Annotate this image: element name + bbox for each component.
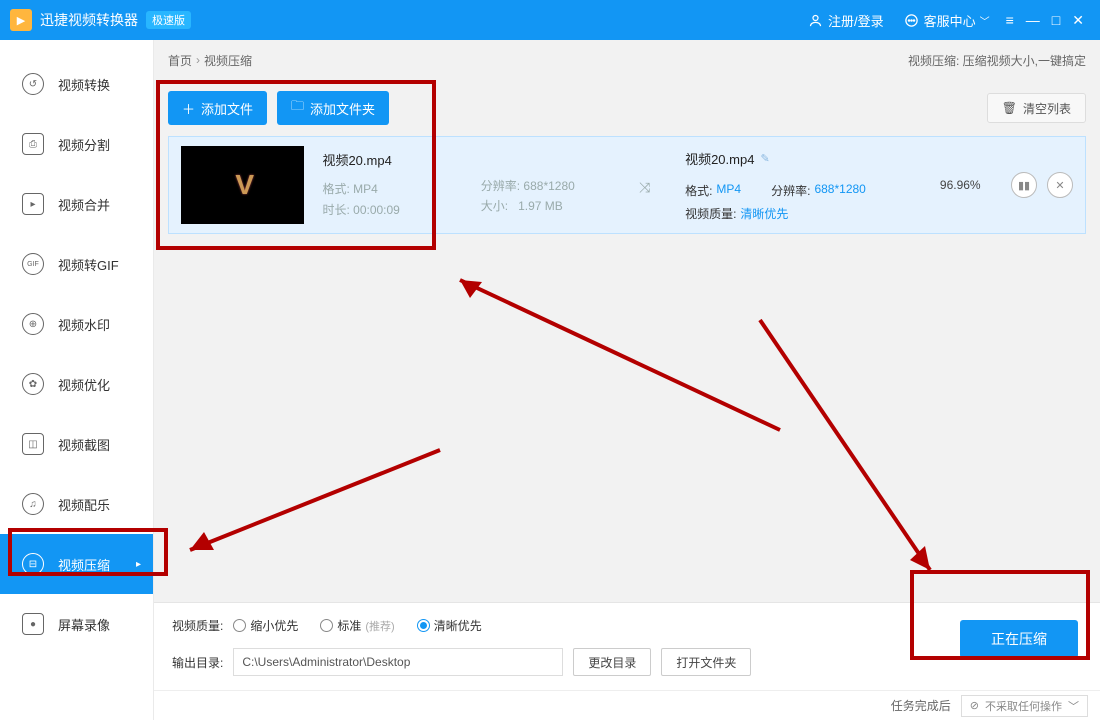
add-file-button[interactable]: ＋添加文件 — [168, 91, 267, 125]
compress-icon: ⊟ — [22, 553, 44, 575]
sidebar-item-record[interactable]: ● 屏幕录像 — [0, 594, 153, 654]
gif-icon: GIF — [22, 253, 44, 275]
folder-icon: 🗀 — [291, 97, 304, 119]
sidebar-item-label: 视频合并 — [58, 195, 110, 214]
compress-button[interactable]: 正在压缩 — [960, 620, 1078, 658]
add-folder-button[interactable]: 🗀添加文件夹 — [277, 91, 389, 125]
sidebar-item-label: 视频转换 — [58, 75, 110, 94]
file-row[interactable]: V 视频20.mp4 格式: MP4 时长: 00:00:09 分辨率: 688… — [168, 136, 1086, 234]
output-filename: 视频20.mp4✎ — [685, 149, 909, 168]
after-task-label: 任务完成后 — [891, 697, 951, 714]
sidebar-item-compress[interactable]: ⊟ 视频压缩 ▸ — [0, 534, 153, 594]
sidebar-item-label: 视频配乐 — [58, 495, 110, 514]
breadcrumb-current: 视频压缩 — [204, 52, 252, 69]
sidebar-item-optimize[interactable]: ✿ 视频优化 — [0, 354, 153, 414]
outdir-label: 输出目录: — [172, 654, 223, 671]
footer: 任务完成后 ⊘不采取任何操作﹀ — [154, 690, 1100, 720]
user-icon — [808, 12, 824, 28]
chevron-down-icon: ﹀ — [980, 13, 990, 28]
chevron-down-icon: ﹀ — [1068, 698, 1079, 714]
login-label: 注册/登录 — [828, 11, 884, 30]
video-thumbnail: V — [181, 146, 304, 224]
app-logo-icon — [10, 9, 32, 31]
titlebar: 迅捷视频转换器 极速版 注册/登录 客服中心 ﹀ ≡ — □ ✕ — [0, 0, 1100, 40]
breadcrumb-separator: › — [196, 53, 200, 67]
optimize-icon: ✿ — [22, 373, 44, 395]
clear-list-button[interactable]: 🗑清空列表 — [987, 93, 1086, 123]
convert-icon: ↺ — [22, 73, 44, 95]
change-dir-button[interactable]: 更改目录 — [573, 648, 651, 676]
sidebar-item-merge[interactable]: ▸ 视频合并 — [0, 174, 153, 234]
source-size: 大小: 1.97 MB — [481, 196, 621, 216]
sidebar-item-label: 屏幕录像 — [58, 615, 110, 634]
sidebar-item-screenshot[interactable]: ◫ 视频截图 — [0, 414, 153, 474]
sidebar-item-music[interactable]: ♫ 视频配乐 — [0, 474, 153, 534]
pause-button[interactable]: ▮▮ — [1011, 172, 1037, 198]
file-list: V 视频20.mp4 格式: MP4 时长: 00:00:09 分辨率: 688… — [154, 136, 1100, 602]
sidebar-item-label: 视频优化 — [58, 375, 110, 394]
radio-clear-first[interactable]: 清晰优先 — [417, 617, 482, 634]
output-format: 格式:MP4 — [685, 182, 741, 199]
sidebar-item-label: 视频转GIF — [58, 255, 119, 274]
merge-icon: ▸ — [22, 193, 44, 215]
source-duration: 时长: 00:00:09 — [322, 200, 462, 220]
sidebar-item-split[interactable]: ⎙ 视频分割 — [0, 114, 153, 174]
sidebar-item-label: 视频截图 — [58, 435, 110, 454]
sidebar-item-convert[interactable]: ↺ 视频转换 — [0, 54, 153, 114]
bottom-panel: 视频质量: 缩小优先 标准(推荐) 清晰优先 输出目录: C:\Users\Ad… — [154, 602, 1100, 690]
quality-row: 视频质量: 缩小优先 标准(推荐) 清晰优先 — [172, 617, 1082, 634]
source-resolution: 分辨率: 688*1280 — [481, 176, 621, 196]
open-folder-button[interactable]: 打开文件夹 — [661, 648, 751, 676]
screenshot-icon: ◫ — [22, 433, 44, 455]
split-icon: ⎙ — [22, 133, 44, 155]
app-title: 迅捷视频转换器 — [40, 10, 138, 30]
login-link[interactable]: 注册/登录 — [808, 11, 884, 30]
after-task-dropdown[interactable]: ⊘不采取任何操作﹀ — [961, 695, 1088, 717]
chat-icon — [904, 12, 920, 28]
plus-icon: ＋ — [182, 99, 195, 118]
breadcrumb-bar: 首页 › 视频压缩 视频压缩: 压缩视频大小,一键搞定 — [154, 40, 1100, 80]
chevron-right-icon: ▸ — [136, 559, 141, 570]
toolbar: ＋添加文件 🗀添加文件夹 🗑清空列表 — [154, 80, 1100, 136]
settings-icon[interactable]: ≡ — [1006, 12, 1014, 28]
outdir-row: 输出目录: C:\Users\Administrator\Desktop 更改目… — [172, 648, 1082, 676]
source-format: 格式: MP4 — [322, 179, 462, 199]
sidebar-item-label: 视频压缩 — [58, 555, 110, 574]
sidebar-item-label: 视频分割 — [58, 135, 110, 154]
sidebar-item-label: 视频水印 — [58, 315, 110, 334]
shuffle-icon[interactable]: ⤨ — [639, 179, 667, 196]
radio-standard[interactable]: 标准(推荐) — [320, 617, 394, 634]
music-icon: ♫ — [22, 493, 44, 515]
maximize-button[interactable]: □ — [1052, 12, 1060, 28]
remove-button[interactable]: ✕ — [1047, 172, 1073, 198]
progress-percent: 96.96% — [928, 178, 993, 192]
page-tip: 视频压缩: 压缩视频大小,一键搞定 — [908, 52, 1086, 69]
support-link[interactable]: 客服中心 ﹀ — [904, 11, 990, 30]
edition-badge: 极速版 — [146, 11, 191, 29]
quality-label: 视频质量: — [172, 617, 223, 634]
close-button[interactable]: ✕ — [1072, 12, 1084, 29]
sidebar-item-watermark[interactable]: ⊕ 视频水印 — [0, 294, 153, 354]
edit-name-icon[interactable]: ✎ — [760, 152, 769, 165]
radio-small-first[interactable]: 缩小优先 — [233, 617, 298, 634]
source-filename: 视频20.mp4 — [322, 150, 462, 169]
record-icon: ● — [22, 613, 44, 635]
block-icon: ⊘ — [970, 699, 979, 712]
outdir-field[interactable]: C:\Users\Administrator\Desktop — [233, 648, 563, 676]
sidebar: ↺视频转换 ⎙视频分割 ▸视频合并 GIF视频转GIF ⊕视频水印 ✿视频优化 … — [0, 40, 154, 720]
minimize-button[interactable]: — — [1026, 12, 1040, 28]
output-resolution: 分辨率:688*1280 — [771, 182, 866, 199]
breadcrumb-root[interactable]: 首页 — [168, 52, 192, 69]
support-label: 客服中心 — [924, 11, 976, 30]
output-quality: 视频质量:清晰优先 — [685, 205, 909, 222]
sidebar-item-gif[interactable]: GIF 视频转GIF — [0, 234, 153, 294]
trash-icon: 🗑 — [1002, 101, 1017, 115]
watermark-icon: ⊕ — [22, 313, 44, 335]
main-area: 首页 › 视频压缩 视频压缩: 压缩视频大小,一键搞定 ＋添加文件 🗀添加文件夹… — [154, 40, 1100, 720]
